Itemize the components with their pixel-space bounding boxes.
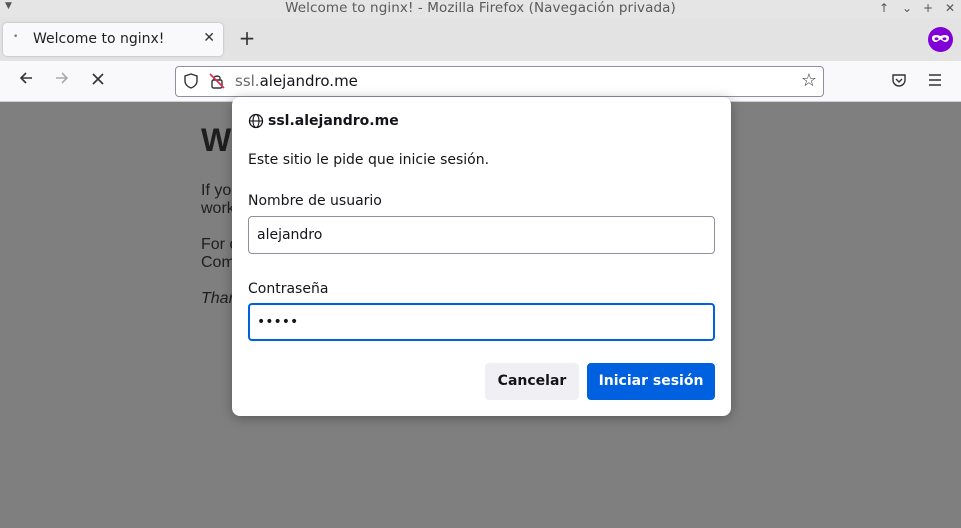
bookmark-star-icon[interactable]: ☆ (801, 70, 817, 91)
username-label: Nombre de usuario (248, 193, 382, 209)
private-browsing-icon (928, 27, 953, 52)
window-titlebar: ▼ Welcome to nginx! - Mozilla Firefox (N… (0, 0, 961, 17)
url-text[interactable]: ssl.alejandro.me (235, 72, 358, 90)
page-text-line: work (201, 200, 235, 217)
tracking-protection-shield-icon[interactable] (182, 72, 200, 90)
keep-above-icon[interactable]: ↑ (877, 0, 891, 17)
app-menu-icon[interactable] (927, 73, 943, 87)
username-field[interactable]: alejandro (248, 216, 715, 254)
url-subdomain: ssl. (235, 72, 260, 90)
stop-icon (92, 73, 104, 85)
navigation-toolbar: ssl.alejandro.me ☆ (0, 61, 961, 102)
page-text-line: If yo (201, 182, 232, 199)
tab-welcome[interactable]: • Welcome to nginx! ✕ (3, 23, 223, 56)
sign-in-button[interactable]: Iniciar sesión (587, 363, 715, 400)
page-text-line: Com (201, 254, 235, 271)
auth-dialog: ssl.alejandro.me Este sitio le pide que … (232, 97, 731, 416)
window-title: Welcome to nginx! - Mozilla Firefox (Nav… (285, 0, 676, 16)
dialog-host: ssl.alejandro.me (268, 113, 399, 129)
maximize-icon[interactable]: + (921, 0, 935, 17)
back-arrow-icon (19, 72, 32, 84)
globe-icon (248, 113, 264, 129)
tab-label: Welcome to nginx! (33, 31, 165, 47)
back-button[interactable] (13, 68, 39, 94)
loading-dot-icon: • (13, 32, 19, 42)
url-domain: alejandro.me (259, 72, 358, 90)
password-field[interactable]: ••••• (248, 303, 715, 341)
cancel-button[interactable]: Cancelar (485, 363, 579, 400)
new-tab-button[interactable]: + (235, 26, 259, 50)
stop-loading-button[interactable] (85, 68, 111, 94)
minimize-icon[interactable]: ⌄ (900, 0, 914, 17)
url-bar[interactable]: ssl.alejandro.me ☆ (175, 66, 824, 97)
close-window-icon[interactable]: ✕ (943, 0, 957, 17)
forward-button[interactable] (49, 68, 75, 94)
pocket-icon[interactable] (890, 71, 908, 89)
forward-arrow-icon (56, 72, 69, 84)
page-heading: W (201, 122, 232, 158)
insecure-lock-icon[interactable] (208, 72, 226, 90)
tab-strip: • Welcome to nginx! ✕ + (0, 17, 961, 61)
password-label: Contraseña (248, 281, 329, 297)
tab-close-icon[interactable]: ✕ (203, 30, 215, 46)
dialog-message: Este sitio le pide que inicie sesión. (248, 152, 490, 168)
